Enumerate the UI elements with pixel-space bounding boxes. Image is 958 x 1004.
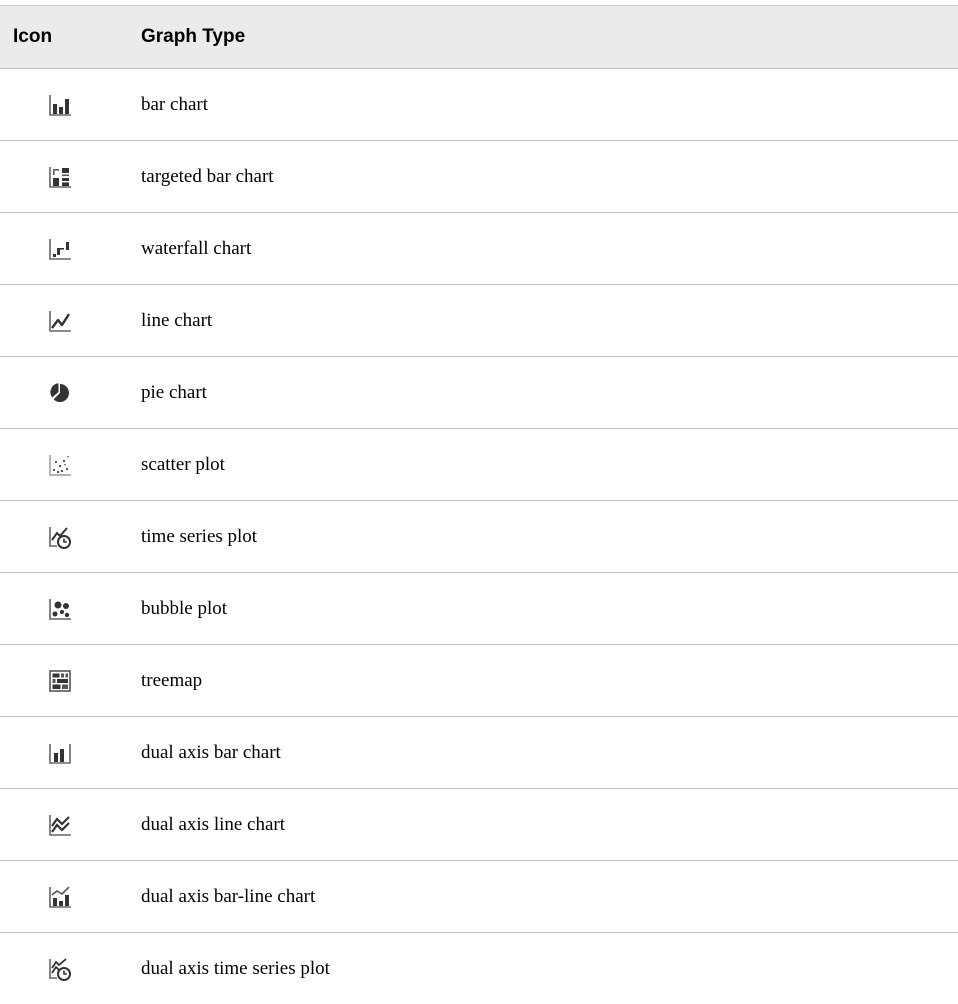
column-header-graph-type: Graph Type [138,6,958,69]
dual-axis-bar-line-chart-icon [47,884,73,910]
graph-type-label: treemap [138,645,958,717]
icon-cell [0,213,138,285]
table-row: treemap [0,645,958,717]
graph-type-label: dual axis line chart [138,789,958,861]
table-row: waterfall chart [0,213,958,285]
icon-cell [0,861,138,933]
table-row: scatter plot [0,429,958,501]
icon-cell [0,141,138,213]
dual-axis-line-chart-icon [47,812,73,838]
graph-type-label: time series plot [138,501,958,573]
graph-type-table: Icon Graph Type bar chart [0,5,958,1004]
icon-cell [0,285,138,357]
icon-cell [0,357,138,429]
graph-type-label: bar chart [138,69,958,141]
dual-axis-time-series-plot-icon [47,956,73,982]
graph-type-label: targeted bar chart [138,141,958,213]
icon-cell [0,789,138,861]
pie-chart-icon [47,380,73,406]
table-row: line chart [0,285,958,357]
table-row: bubble plot [0,573,958,645]
graph-type-label: dual axis bar-line chart [138,861,958,933]
targeted-bar-chart-icon [47,164,73,190]
icon-cell [0,933,138,1004]
table-row: dual axis bar-line chart [0,861,958,933]
table-row: targeted bar chart [0,141,958,213]
table-row: pie chart [0,357,958,429]
dual-axis-bar-chart-icon [47,740,73,766]
graph-type-label: dual axis bar chart [138,717,958,789]
graph-type-label: bubble plot [138,573,958,645]
table-row: dual axis bar chart [0,717,958,789]
graph-type-label: line chart [138,285,958,357]
icon-cell [0,69,138,141]
table-row: bar chart [0,69,958,141]
treemap-icon [47,668,73,694]
graph-type-label: scatter plot [138,429,958,501]
time-series-plot-icon [47,524,73,550]
scatter-plot-icon [47,452,73,478]
waterfall-chart-icon [47,236,73,262]
graph-type-label: waterfall chart [138,213,958,285]
icon-cell [0,717,138,789]
graph-type-label: pie chart [138,357,958,429]
icon-cell [0,645,138,717]
graph-type-label: dual axis time series plot [138,933,958,1004]
table-header-row: Icon Graph Type [0,6,958,69]
column-header-icon: Icon [0,6,138,69]
table-row: time series plot [0,501,958,573]
table-row: dual axis line chart [0,789,958,861]
icon-cell [0,501,138,573]
bubble-plot-icon [47,596,73,622]
icon-cell [0,429,138,501]
table-row: dual axis time series plot [0,933,958,1004]
line-chart-icon [47,308,73,334]
icon-cell [0,573,138,645]
bar-chart-icon [47,92,73,118]
